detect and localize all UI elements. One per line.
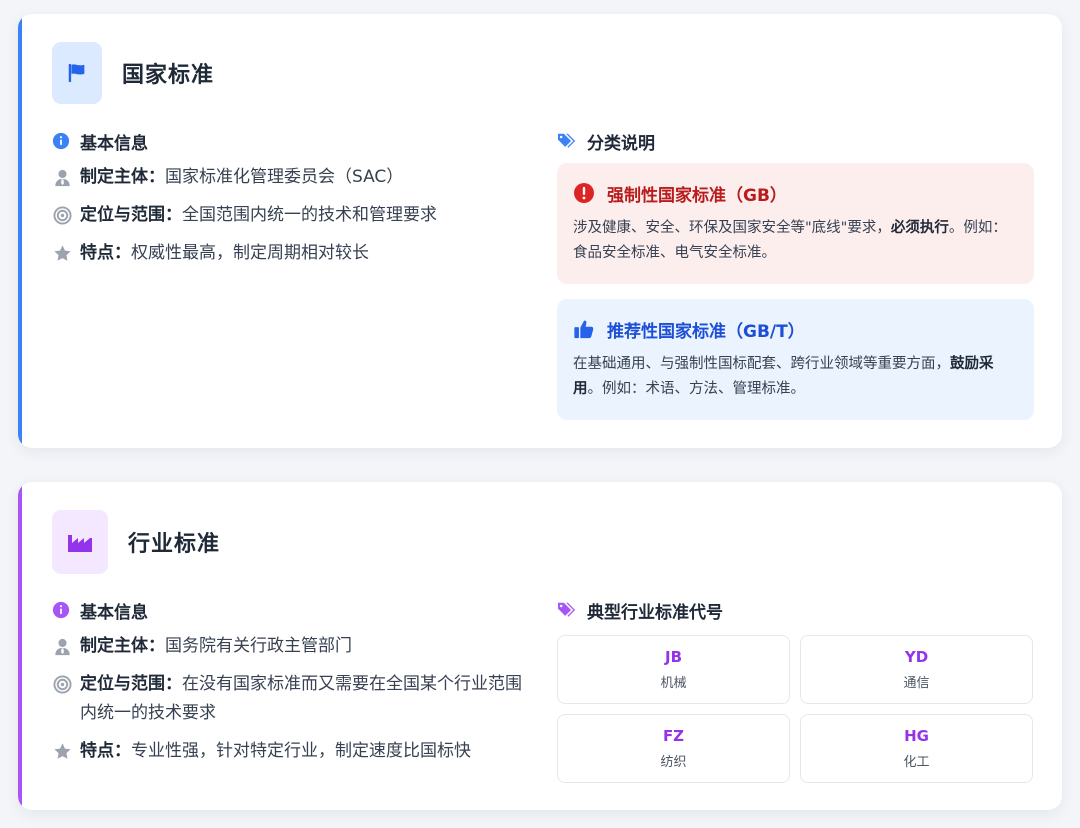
industry-standard-card: 行业标准 基本信息 制定主体： 国务院有关行政主管部门 定位与范围：在没有国家标… [18, 482, 1062, 810]
tags-icon [557, 601, 577, 619]
industry-code-yd: YD 通信 [800, 635, 1033, 704]
mandatory-standard-box: 强制性国家标准（GB） 涉及健康、安全、环保及国家安全等"底线"要求，必须执行。… [557, 163, 1034, 284]
thumbs-up-icon [573, 318, 595, 340]
industry-info-row-feature: 特点： 专业性强，针对特定行业，制定速度比国标快 [52, 737, 522, 766]
national-info-row-scope: 定位与范围： 全国范围内统一的技术和管理要求 [52, 201, 522, 230]
star-icon [52, 239, 72, 268]
user-tie-icon [52, 163, 72, 192]
industry-code-fz: FZ 纺织 [557, 714, 790, 783]
industry-info-row-subject: 制定主体： 国务院有关行政主管部门 [52, 632, 522, 661]
bullseye-icon [52, 670, 72, 699]
industry-code-grid: JB 机械 YD 通信 FZ 纺织 HG 化工 [557, 635, 1034, 783]
national-basic-info: 基本信息 制定主体： 国家标准化管理委员会（SAC） 定位与范围： 全国范围内统… [52, 129, 522, 268]
info-circle-icon [52, 601, 70, 619]
bullseye-icon [52, 201, 72, 230]
user-tie-icon [52, 632, 72, 661]
info-circle-icon [52, 132, 70, 150]
factory-icon [52, 510, 108, 574]
industry-codes-section: 典型行业标准代号 JB 机械 YD 通信 FZ 纺织 HG 化工 [557, 598, 1034, 783]
national-info-row-feature: 特点： 权威性最高，制定周期相对较长 [52, 239, 522, 268]
mandatory-standard-title: 强制性国家标准（GB） [573, 181, 1020, 206]
national-card-title: 国家标准 [122, 63, 215, 88]
recommended-standard-box: 推荐性国家标准（GB/T） 在基础通用、与强制性国标配套、跨行业领域等重要方面，… [557, 299, 1034, 420]
national-category-section: 分类说明 强制性国家标准（GB） 涉及健康、安全、环保及国家安全等"底线"要求，… [557, 129, 1034, 420]
tags-icon [557, 132, 577, 150]
national-basic-info-title: 基本信息 [52, 129, 522, 154]
national-info-row-subject: 制定主体： 国家标准化管理委员会（SAC） [52, 163, 522, 192]
national-standard-card: 国家标准 基本信息 制定主体： 国家标准化管理委员会（SAC） 定位与范围： 全… [18, 14, 1062, 448]
industry-card-title: 行业标准 [128, 532, 221, 557]
industry-code-hg: HG 化工 [800, 714, 1033, 783]
recommended-standard-body: 在基础通用、与强制性国标配套、跨行业领域等重要方面，鼓励采用。例如：术语、方法、… [573, 356, 994, 397]
industry-card-header: 行业标准 [52, 510, 220, 574]
national-category-title: 分类说明 [557, 129, 1034, 154]
star-icon [52, 737, 72, 766]
industry-basic-info: 基本信息 制定主体： 国务院有关行政主管部门 定位与范围：在没有国家标准而又需要… [52, 598, 522, 766]
national-card-header: 国家标准 [52, 42, 214, 104]
industry-code-jb: JB 机械 [557, 635, 790, 704]
exclamation-circle-icon [573, 182, 595, 204]
mandatory-standard-body: 涉及健康、安全、环保及国家安全等"底线"要求，必须执行。例如：食品安全标准、电气… [573, 220, 1007, 261]
industry-info-row-scope: 定位与范围：在没有国家标准而又需要在全国某个行业范围内统一的技术要求 [52, 670, 522, 728]
industry-basic-info-title: 基本信息 [52, 598, 522, 623]
flag-icon [52, 42, 102, 104]
recommended-standard-title: 推荐性国家标准（GB/T） [573, 317, 1020, 342]
industry-codes-title: 典型行业标准代号 [557, 598, 1034, 623]
